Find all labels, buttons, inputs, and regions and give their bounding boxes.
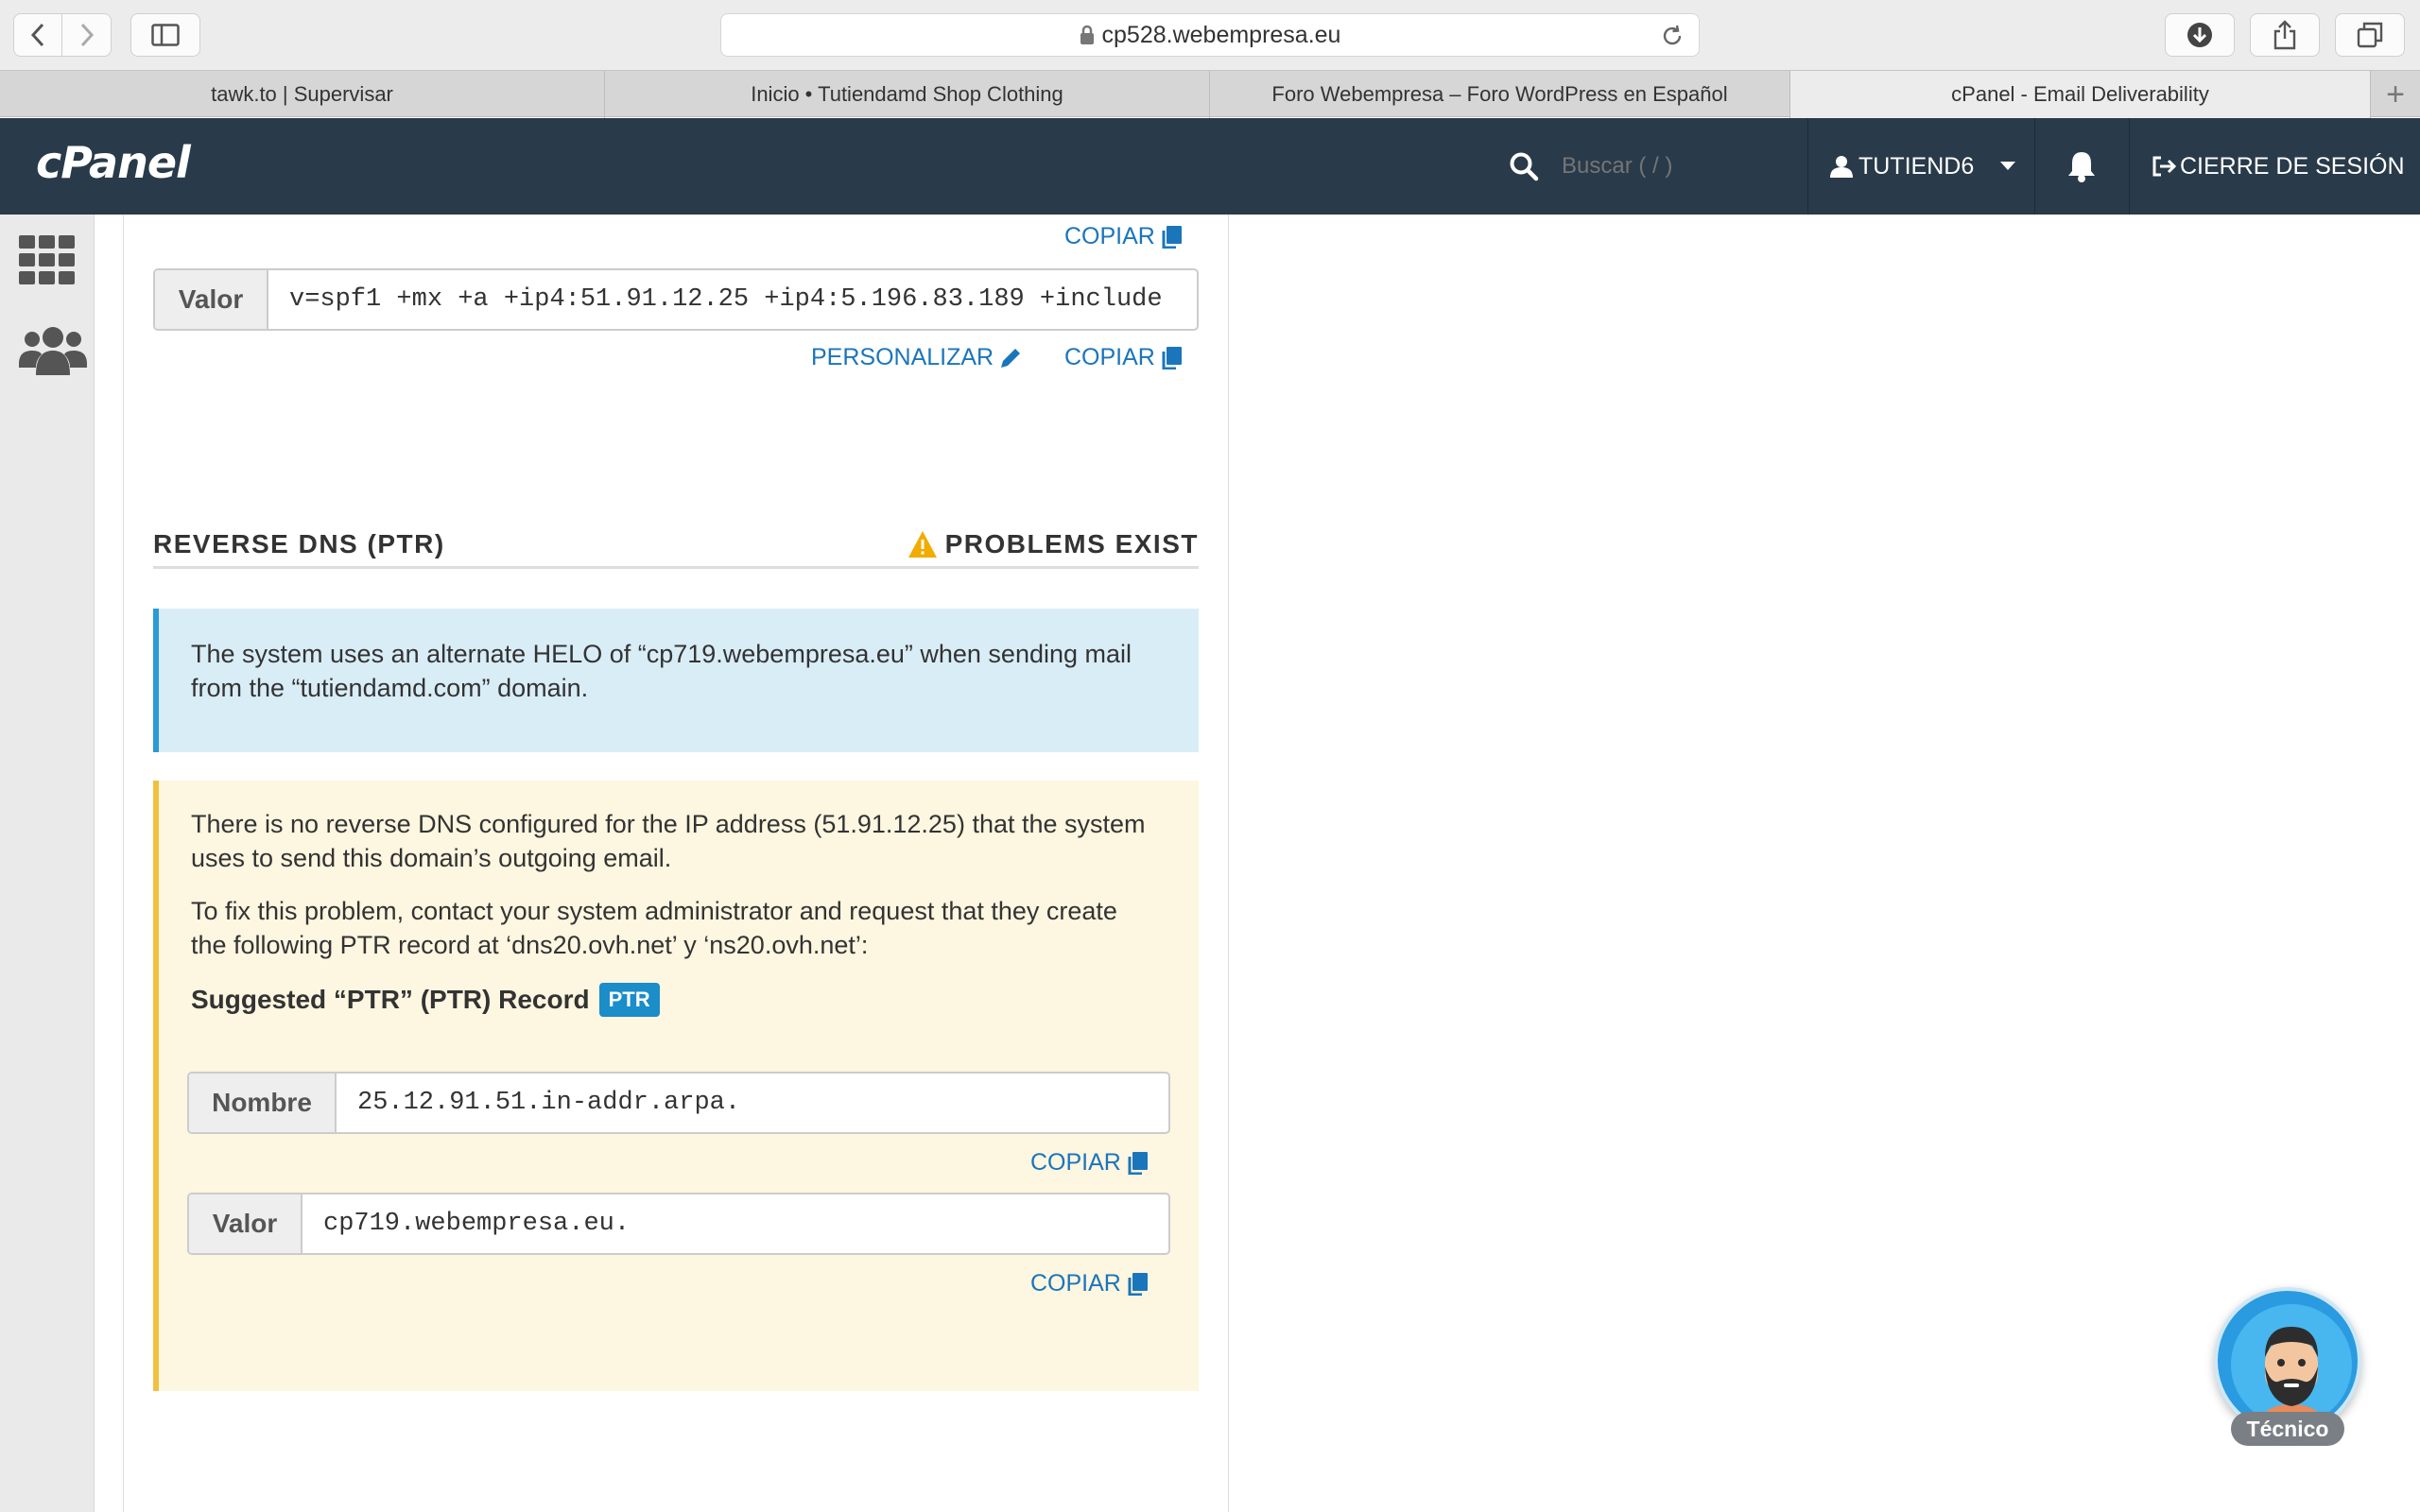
back-forward-group	[13, 13, 112, 57]
reverse-dns-header: REVERSE DNS (PTR) PROBLEMS EXIST	[153, 525, 1199, 569]
section-title: REVERSE DNS (PTR)	[153, 529, 445, 558]
chat-widget-button[interactable]: Técnico	[2210, 1283, 2365, 1452]
lock-icon	[1080, 25, 1094, 44]
copy-icon	[1162, 346, 1182, 369]
username: TUTIEND6	[1858, 152, 1975, 180]
spf-value-text[interactable]: v=spf1 +mx +a +ip4:51.91.12.25 +ip4:5.19…	[268, 270, 1197, 329]
bell-icon	[2068, 152, 2095, 182]
users-group-icon[interactable]	[19, 326, 87, 382]
customize-label: PERSONALIZAR	[811, 344, 994, 370]
copy-icon	[1128, 1272, 1148, 1296]
info-text: The system uses an alternate HELO of “cp…	[191, 640, 1132, 702]
sidebar-icon	[151, 24, 180, 46]
copy-label: COPIAR	[1064, 223, 1155, 249]
tab-tawk[interactable]: tawk.to | Supervisar	[0, 71, 605, 118]
warning-icon	[908, 531, 937, 558]
chat-widget-label: Técnico	[2231, 1412, 2344, 1446]
search-area	[1509, 118, 1751, 215]
logout-button[interactable]: CIERRE DE SESIÓN	[2152, 118, 2405, 215]
warning-text: There is no reverse DNS configured for t…	[191, 810, 1146, 872]
copy-label: COPIAR	[1064, 344, 1155, 370]
spf-value-label: Valor	[155, 270, 268, 329]
tab-cpanel[interactable]: cPanel - Email Deliverability	[1790, 71, 2371, 118]
copy-ptr-name-button[interactable]: COPIAR	[1030, 1149, 1148, 1177]
back-icon[interactable]	[14, 14, 63, 56]
share-button[interactable]	[2250, 13, 2320, 57]
tab-foro[interactable]: Foro Webempresa – Foro WordPress en Espa…	[1210, 71, 1790, 118]
left-sidebar	[0, 215, 95, 1512]
tab-label: tawk.to | Supervisar	[211, 82, 393, 106]
tabs-icon	[2357, 22, 2383, 48]
header-divider	[2034, 118, 2035, 215]
ptr-value-field: Valor cp719.webempresa.eu.	[187, 1193, 1170, 1255]
ptr-name-label: Nombre	[189, 1074, 337, 1132]
ptr-warning-alert: There is no reverse DNS configured for t…	[153, 781, 1199, 1391]
address-bar[interactable]: cp528.webempresa.eu	[720, 13, 1700, 57]
cpanel-logo[interactable]: cPanel	[36, 137, 191, 188]
header-divider	[1807, 118, 1808, 215]
ptr-badge: PTR	[598, 983, 660, 1017]
header-divider	[2129, 118, 2130, 215]
user-menu-button[interactable]: TUTIEND6	[1830, 118, 2016, 215]
ptr-name-field: Nombre 25.12.91.51.in-addr.arpa.	[187, 1072, 1170, 1134]
new-tab-button[interactable]: +	[2371, 71, 2420, 118]
browser-toolbar: cp528.webempresa.eu	[0, 0, 2420, 70]
spf-value-field: Valor v=spf1 +mx +a +ip4:51.91.12.25 +ip…	[153, 268, 1199, 331]
fix-instructions: To fix this problem, contact your system…	[191, 897, 1117, 959]
tabs-overview-button[interactable]	[2335, 13, 2405, 57]
copy-label: COPIAR	[1030, 1149, 1121, 1176]
sidebar-toggle-button[interactable]	[130, 13, 200, 57]
copy-ptr-value-button[interactable]: COPIAR	[1030, 1270, 1148, 1297]
status-text: PROBLEMS EXIST	[944, 529, 1199, 558]
downloads-button[interactable]	[2165, 13, 2235, 57]
copy-icon	[1128, 1151, 1148, 1175]
tab-label: cPanel - Email Deliverability	[1951, 82, 2209, 106]
tab-bar: tawk.to | Supervisar Inicio • Tutiendamd…	[0, 70, 2420, 118]
cpanel-header: cPanel TUTIEND6 CIERRE DE SESIÓN	[0, 118, 2420, 215]
share-icon	[2273, 20, 2296, 50]
tab-label: Inicio • Tutiendamd Shop Clothing	[751, 82, 1063, 106]
apps-grid-icon[interactable]	[19, 235, 76, 291]
search-input[interactable]	[1562, 153, 1751, 180]
forward-icon[interactable]	[62, 14, 111, 56]
tab-inicio[interactable]: Inicio • Tutiendamd Shop Clothing	[605, 71, 1210, 118]
helo-info-alert: The system uses an alternate HELO of “cp…	[153, 609, 1199, 752]
ptr-value-label: Valor	[189, 1194, 302, 1253]
copy-spf-name-button[interactable]: COPIAR	[1064, 223, 1182, 250]
logout-label: CIERRE DE SESIÓN	[2180, 152, 2405, 180]
ptr-value-text[interactable]: cp719.webempresa.eu.	[302, 1194, 1168, 1253]
tab-label: Foro Webempresa – Foro WordPress en Espa…	[1271, 82, 1728, 106]
notifications-button[interactable]	[2061, 118, 2102, 215]
logout-icon	[2152, 156, 2176, 177]
suggested-record-label: Suggested “PTR” (PTR) Record	[191, 985, 590, 1014]
copy-spf-value-button[interactable]: COPIAR	[1064, 344, 1182, 371]
ptr-name-value[interactable]: 25.12.91.51.in-addr.arpa.	[337, 1074, 1168, 1132]
download-icon	[2187, 23, 2212, 47]
url-text: cp528.webempresa.eu	[1101, 21, 1341, 48]
customize-spf-button[interactable]: PERSONALIZAR	[811, 344, 1022, 371]
user-icon	[1830, 156, 1853, 178]
suggested-record-title: Suggested “PTR” (PTR) Record PTR	[191, 983, 660, 1017]
status-indicator: PROBLEMS EXIST	[908, 529, 1199, 559]
copy-icon	[1162, 225, 1182, 249]
pencil-icon	[1001, 348, 1021, 368]
reload-icon[interactable]	[1661, 25, 1684, 47]
copy-label: COPIAR	[1030, 1270, 1121, 1297]
search-icon[interactable]	[1509, 151, 1539, 181]
caret-down-icon	[2000, 162, 2016, 170]
